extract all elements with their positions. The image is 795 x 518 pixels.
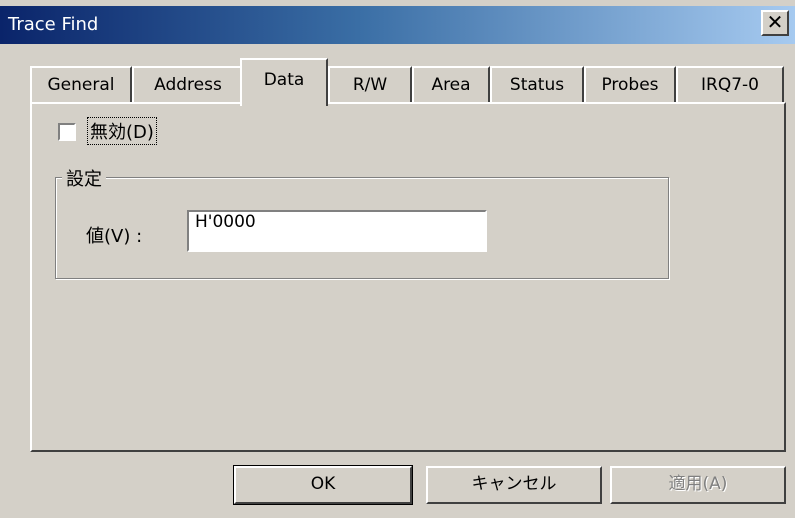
tab-probes[interactable]: Probes	[584, 66, 676, 102]
window-title: Trace Find	[8, 14, 99, 35]
tab-irq7-0[interactable]: IRQ7-0	[676, 66, 784, 102]
tab-area[interactable]: Area	[412, 66, 490, 102]
tab-label: Area	[431, 75, 471, 95]
trace-find-dialog: Trace Find ✕ General Address Data R/W Ar…	[0, 0, 795, 518]
cancel-button[interactable]: キャンセル	[426, 466, 602, 504]
title-bar[interactable]: Trace Find ✕	[0, 6, 795, 44]
value-label: 値(V) :	[86, 226, 143, 247]
tab-label: Status	[509, 75, 565, 95]
disable-checkbox[interactable]	[58, 123, 76, 141]
tab-data[interactable]: Data	[240, 58, 328, 106]
close-icon: ✕	[766, 10, 784, 34]
tab-rw[interactable]: R/W	[328, 66, 412, 102]
tab-label: Data	[263, 70, 305, 90]
cancel-button-label: キャンセル	[471, 474, 557, 494]
tab-general[interactable]: General	[30, 66, 132, 102]
value-input[interactable]	[187, 210, 487, 252]
settings-group-title: 設定	[62, 165, 106, 191]
close-button[interactable]: ✕	[761, 10, 789, 36]
apply-button[interactable]: 適用(A)	[610, 466, 786, 504]
tab-label: General	[47, 75, 115, 95]
tab-label: IRQ7-0	[701, 75, 759, 95]
tab-label: R/W	[352, 75, 388, 95]
tab-label: Probes	[601, 75, 659, 95]
tab-status[interactable]: Status	[490, 66, 584, 102]
ok-button[interactable]: OK	[233, 465, 413, 505]
tab-address[interactable]: Address	[132, 66, 244, 102]
apply-button-label: 適用(A)	[668, 474, 728, 494]
ok-button-label: OK	[310, 474, 336, 494]
disable-checkbox-label[interactable]: 無効(D)	[87, 117, 157, 145]
tab-label: Address	[154, 75, 222, 95]
